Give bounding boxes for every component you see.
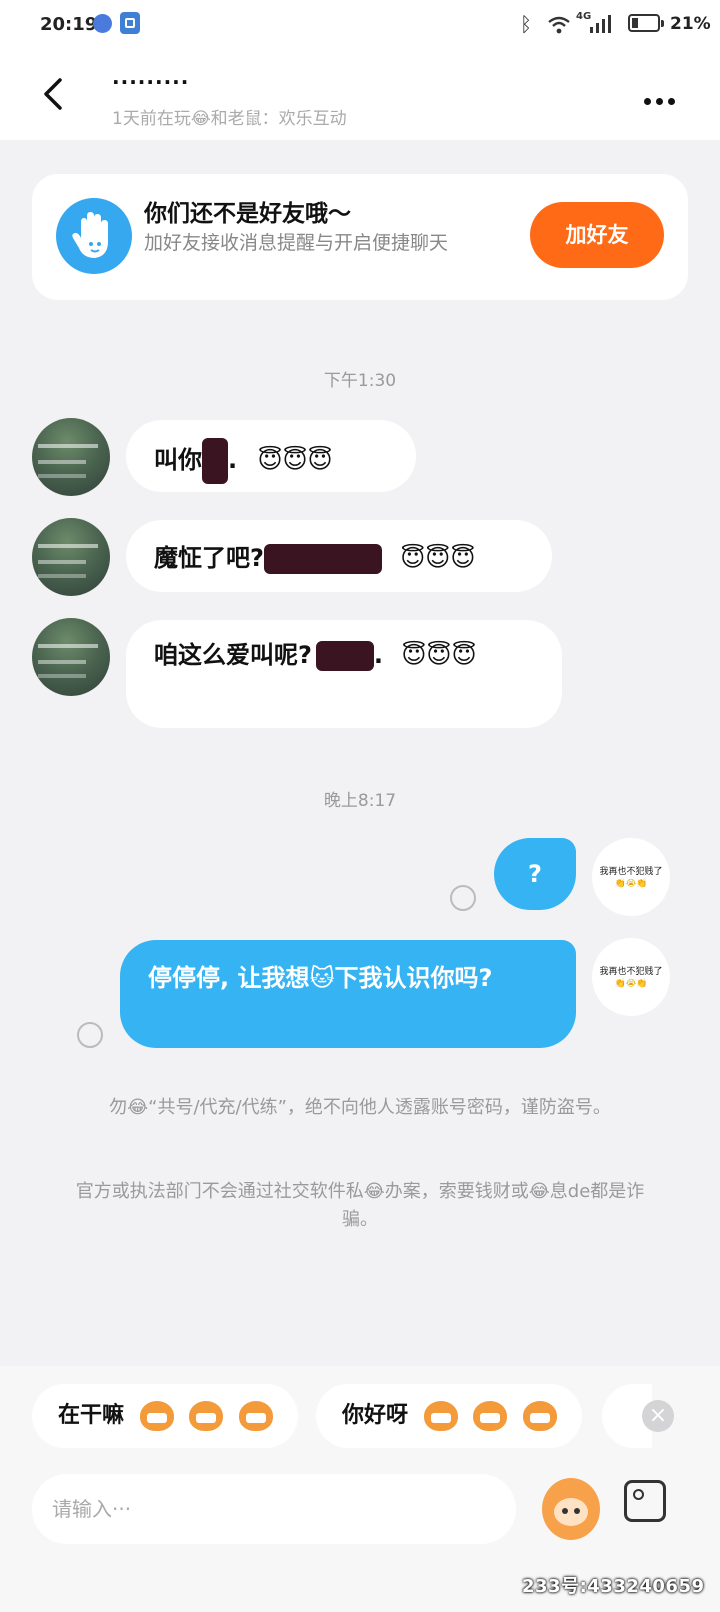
contact-status: 1天前在玩😂和老鼠：欢乐互动	[112, 109, 347, 129]
monkey-emoji-icon	[423, 1401, 458, 1431]
signal-icon	[590, 15, 611, 33]
security-notice: 勿😂“共号/代充/代练”，绝不向他人透露账号密码，谨防盗号。	[109, 1097, 611, 1118]
monkey-emoji-icon	[189, 1401, 224, 1431]
monkey-emoji-icon	[239, 1401, 274, 1431]
message-text-after: .	[373, 641, 384, 669]
message-input[interactable]: 请输入···	[32, 1474, 516, 1544]
monkey-emoji-icon	[523, 1401, 558, 1431]
angel-emoji-icon: 😇😇😇	[257, 446, 333, 474]
message-timestamp: 晚上8:17	[323, 791, 397, 811]
redacted-text	[202, 438, 228, 484]
angel-emoji-icon: 😇😇😇	[401, 641, 477, 669]
close-quick-replies-icon[interactable]: ×	[642, 1400, 674, 1432]
quick-reply-chip[interactable]: 在干嘛	[32, 1384, 298, 1448]
more-options-icon[interactable]	[644, 90, 684, 105]
quick-reply-label: 你好呀	[342, 1403, 409, 1428]
incoming-message[interactable]: 魔怔了吧? 😇😇😇	[126, 520, 552, 592]
wifi-icon	[548, 16, 570, 34]
add-friend-card: 你们还不是好友哦～ 加好友接收消息提醒与开启便捷聊天 加好友	[32, 174, 688, 300]
message-text: 叫你	[154, 446, 202, 474]
quick-reply-chip[interactable]: 你好呀	[316, 1384, 582, 1448]
redacted-text	[263, 544, 382, 574]
contact-avatar[interactable]	[32, 518, 110, 596]
redacted-text	[315, 641, 374, 671]
outgoing-message[interactable]: 停停停, 让我想🐱下我认识你吗?	[120, 940, 576, 1048]
avatar-emoji: 👏😭👏	[614, 879, 648, 889]
monkey-emoji-icon	[139, 1401, 174, 1431]
monkey-emoji-icon	[473, 1401, 508, 1431]
watermark: 233号:433240659	[522, 1576, 705, 1597]
my-avatar[interactable]: 我再也不犯贱了 👏😭👏	[592, 838, 670, 916]
battery-icon	[628, 14, 664, 32]
read-status-icon	[450, 885, 476, 911]
contact-name[interactable]: ·········	[112, 70, 189, 94]
status-time: 20:19	[40, 14, 98, 35]
add-friend-button[interactable]: 加好友	[530, 202, 664, 268]
app-notification-icon	[93, 14, 112, 33]
avatar-emoji: 👏😭👏	[614, 979, 648, 989]
avatar-caption: 我再也不犯贱了	[599, 967, 663, 977]
status-bar: 20:19 ᛒ 4G 21%	[0, 0, 720, 52]
quick-reply-label: 在干嘛	[58, 1403, 125, 1428]
card-description: 加好友接收消息提醒与开启便捷聊天	[144, 232, 449, 254]
my-avatar[interactable]: 我再也不犯贱了 👏😭👏	[592, 938, 670, 1016]
sticker-mascot-icon[interactable]	[542, 1478, 600, 1540]
read-status-icon	[77, 1022, 103, 1048]
incoming-message[interactable]: 叫你. 😇😇😇	[126, 420, 416, 492]
back-arrow-icon[interactable]	[36, 74, 76, 114]
contact-avatar[interactable]	[32, 418, 110, 496]
incoming-message[interactable]: 咱这么爱叫呢?. 😇😇😇	[126, 620, 562, 728]
message-timestamp: 下午1:30	[323, 371, 397, 391]
card-title: 你们还不是好友哦～	[144, 201, 351, 227]
chat-header: ········· 1天前在玩😂和老鼠：欢乐互动	[0, 52, 720, 140]
contact-avatar[interactable]	[32, 618, 110, 696]
hand-wave-icon	[56, 198, 132, 274]
message-text: 魔怔了吧?	[154, 544, 264, 572]
avatar-caption: 我再也不犯贱了	[599, 867, 663, 877]
message-text: 咱这么爱叫呢?	[154, 641, 312, 669]
battery-percent: 21%	[670, 14, 711, 34]
bluetooth-icon: ᛒ	[520, 12, 532, 36]
image-picker-icon[interactable]	[624, 1480, 666, 1522]
message-text-after: .	[228, 446, 238, 474]
app-notification-icon-2	[120, 12, 140, 34]
fraud-notice: 官方或执法部门不会通过社交软件私😂办案，索要钱财或😂息de都是诈骗。	[75, 1181, 645, 1230]
angel-emoji-icon: 😇😇😇	[400, 544, 476, 572]
outgoing-message[interactable]: ?	[494, 838, 576, 910]
